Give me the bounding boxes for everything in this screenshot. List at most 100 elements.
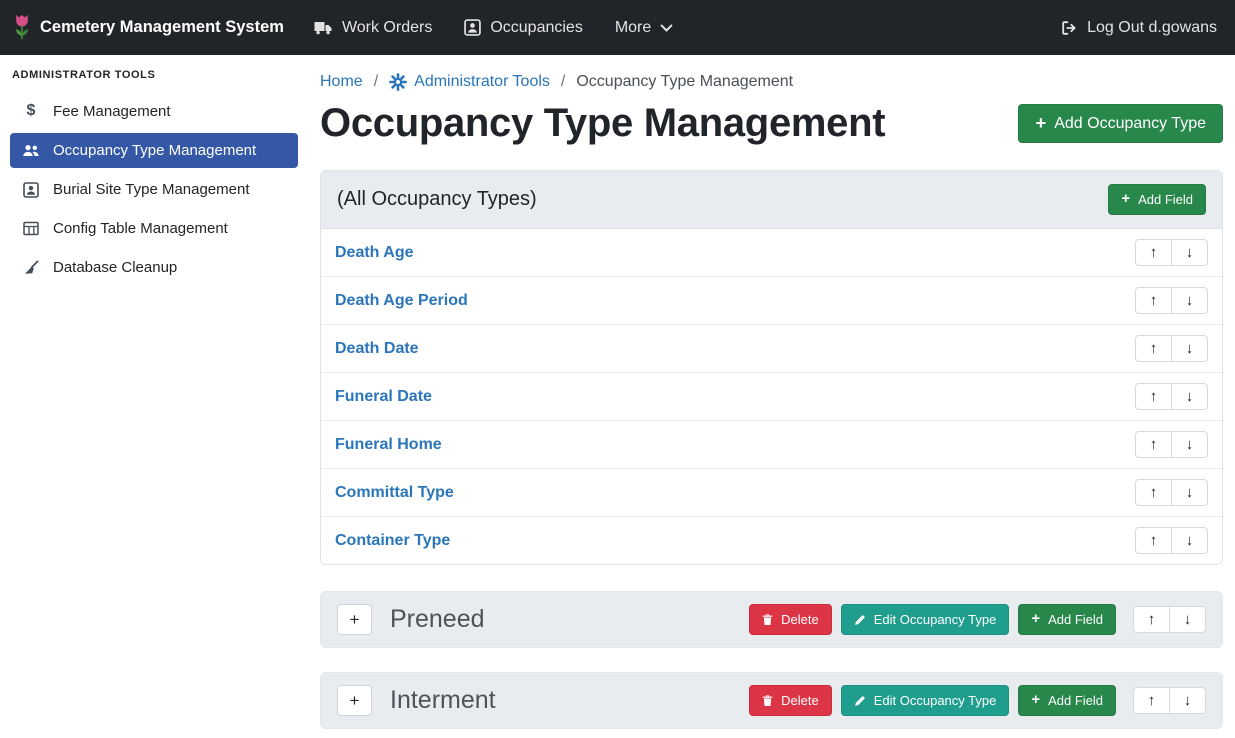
sidebar-heading: ADMINISTRATOR TOOLS bbox=[0, 59, 310, 93]
edit-occupancy-type-button[interactable]: Edit Occupancy Type bbox=[841, 604, 1010, 635]
up-arrow-icon: ↑ bbox=[1150, 388, 1158, 405]
sidebar-item-label: Database Cleanup bbox=[53, 259, 177, 276]
dollar-icon: $ bbox=[20, 102, 42, 120]
sidebar-item-burial-site-type-management[interactable]: Burial Site Type Management bbox=[10, 172, 298, 207]
move-down-button[interactable]: ↓ bbox=[1169, 606, 1206, 633]
sidebar-item-occupancy-type-management[interactable]: Occupancy Type Management bbox=[10, 133, 298, 168]
nav-label: Work Orders bbox=[342, 19, 432, 37]
sidebar-item-database-cleanup[interactable]: Database Cleanup bbox=[10, 250, 298, 285]
delete-button[interactable]: Delete bbox=[749, 685, 832, 716]
broom-icon bbox=[20, 260, 42, 276]
move-up-button[interactable]: ↑ bbox=[1135, 479, 1172, 506]
app-title: Cemetery Management System bbox=[40, 18, 284, 37]
breadcrumb-home[interactable]: Home bbox=[320, 73, 363, 91]
move-button-group: ↑ ↓ bbox=[1135, 527, 1208, 554]
card-title: (All Occupancy Types) bbox=[337, 188, 537, 211]
move-up-button[interactable]: ↑ bbox=[1135, 527, 1172, 554]
down-arrow-icon: ↓ bbox=[1186, 436, 1194, 453]
add-occupancy-type-button[interactable]: + Add Occupancy Type bbox=[1018, 104, 1223, 142]
nav-more[interactable]: More bbox=[615, 19, 673, 37]
plus-icon: + bbox=[1031, 693, 1040, 708]
pencil-icon bbox=[854, 614, 866, 626]
down-arrow-icon: ↓ bbox=[1186, 484, 1194, 501]
move-up-button[interactable]: ↑ bbox=[1135, 287, 1172, 314]
gear-icon bbox=[389, 73, 407, 91]
move-down-button[interactable]: ↓ bbox=[1171, 479, 1208, 506]
occupancy-type-title: Interment bbox=[390, 686, 496, 715]
down-arrow-icon: ↓ bbox=[1186, 292, 1194, 309]
button-label: Edit Occupancy Type bbox=[874, 612, 997, 627]
move-up-button[interactable]: ↑ bbox=[1135, 239, 1172, 266]
move-down-button[interactable]: ↓ bbox=[1171, 527, 1208, 554]
nav-work-orders[interactable]: Work Orders bbox=[314, 19, 432, 37]
sidebar-item-fee-management[interactable]: $ Fee Management bbox=[10, 93, 298, 129]
move-up-button[interactable]: ↑ bbox=[1133, 606, 1170, 633]
field-row: Funeral Date ↑ ↓ bbox=[321, 373, 1222, 421]
breadcrumb-administrator-tools[interactable]: Administrator Tools bbox=[389, 73, 550, 91]
app-brand[interactable]: Cemetery Management System bbox=[12, 13, 284, 42]
field-link[interactable]: Death Age bbox=[335, 244, 414, 262]
delete-button[interactable]: Delete bbox=[749, 604, 832, 635]
move-down-button[interactable]: ↓ bbox=[1171, 239, 1208, 266]
move-button-group: ↑ ↓ bbox=[1133, 687, 1206, 714]
button-label: Edit Occupancy Type bbox=[874, 693, 997, 708]
field-link[interactable]: Committal Type bbox=[335, 484, 454, 502]
field-row: Committal Type ↑ ↓ bbox=[321, 469, 1222, 517]
move-button-group: ↑ ↓ bbox=[1133, 606, 1206, 633]
up-arrow-icon: ↑ bbox=[1150, 340, 1158, 357]
table-icon bbox=[20, 221, 42, 236]
down-arrow-icon: ↓ bbox=[1186, 340, 1194, 357]
breadcrumb-separator: / bbox=[561, 73, 565, 91]
logout-link[interactable]: Log Out d.gowans bbox=[1060, 19, 1217, 37]
edit-occupancy-type-button[interactable]: Edit Occupancy Type bbox=[841, 685, 1010, 716]
title-row: Occupancy Type Management + Add Occupanc… bbox=[320, 101, 1223, 146]
up-arrow-icon: ↑ bbox=[1148, 692, 1156, 709]
main-content: Home / Administrator Tools bbox=[310, 55, 1235, 738]
down-arrow-icon: ↓ bbox=[1186, 388, 1194, 405]
add-field-button[interactable]: + Add Field bbox=[1018, 604, 1116, 635]
sidebar: ADMINISTRATOR TOOLS $ Fee Management Occ… bbox=[0, 55, 310, 738]
move-button-group: ↑ ↓ bbox=[1135, 431, 1208, 458]
move-down-button[interactable]: ↓ bbox=[1171, 383, 1208, 410]
field-link[interactable]: Funeral Date bbox=[335, 388, 432, 406]
move-down-button[interactable]: ↓ bbox=[1171, 431, 1208, 458]
plus-icon: + bbox=[1121, 192, 1130, 207]
nav-label: Occupancies bbox=[490, 19, 583, 37]
move-up-button[interactable]: ↑ bbox=[1135, 383, 1172, 410]
tulip-logo-icon bbox=[12, 13, 32, 42]
move-up-button[interactable]: ↑ bbox=[1135, 431, 1172, 458]
add-field-button[interactable]: + Add Field bbox=[1018, 685, 1116, 716]
breadcrumb-current: Occupancy Type Management bbox=[576, 73, 793, 91]
page-title: Occupancy Type Management bbox=[320, 101, 885, 146]
expand-button[interactable]: + bbox=[337, 604, 372, 635]
sidebar-item-label: Fee Management bbox=[53, 103, 171, 120]
breadcrumb-separator: / bbox=[374, 73, 378, 91]
move-down-button[interactable]: ↓ bbox=[1171, 287, 1208, 314]
chevron-down-icon bbox=[660, 22, 673, 34]
move-up-button[interactable]: ↑ bbox=[1133, 687, 1170, 714]
move-button-group: ↑ ↓ bbox=[1135, 335, 1208, 362]
sidebar-item-label: Burial Site Type Management bbox=[53, 181, 250, 198]
field-row: Death Age Period ↑ ↓ bbox=[321, 277, 1222, 325]
up-arrow-icon: ↑ bbox=[1150, 484, 1158, 501]
field-row: Death Age ↑ ↓ bbox=[321, 229, 1222, 277]
expand-button[interactable]: + bbox=[337, 685, 372, 716]
occupancy-type-section-preneed: + Preneed Delete bbox=[320, 591, 1223, 648]
add-field-button[interactable]: + Add Field bbox=[1108, 184, 1206, 215]
field-row: Funeral Home ↑ ↓ bbox=[321, 421, 1222, 469]
field-link[interactable]: Death Age Period bbox=[335, 292, 468, 310]
move-down-button[interactable]: ↓ bbox=[1169, 687, 1206, 714]
button-label: Delete bbox=[781, 693, 819, 708]
field-link[interactable]: Death Date bbox=[335, 340, 419, 358]
field-link[interactable]: Container Type bbox=[335, 532, 450, 550]
field-link[interactable]: Funeral Home bbox=[335, 436, 442, 454]
pencil-icon bbox=[854, 695, 866, 707]
sidebar-item-config-table-management[interactable]: Config Table Management bbox=[10, 211, 298, 246]
move-up-button[interactable]: ↑ bbox=[1135, 335, 1172, 362]
field-row: Death Date ↑ ↓ bbox=[321, 325, 1222, 373]
nav-occupancies[interactable]: Occupancies bbox=[464, 19, 583, 37]
top-navbar: Cemetery Management System Work Orders bbox=[0, 0, 1235, 55]
move-button-group: ↑ ↓ bbox=[1135, 239, 1208, 266]
trash-icon bbox=[762, 694, 773, 707]
move-down-button[interactable]: ↓ bbox=[1171, 335, 1208, 362]
